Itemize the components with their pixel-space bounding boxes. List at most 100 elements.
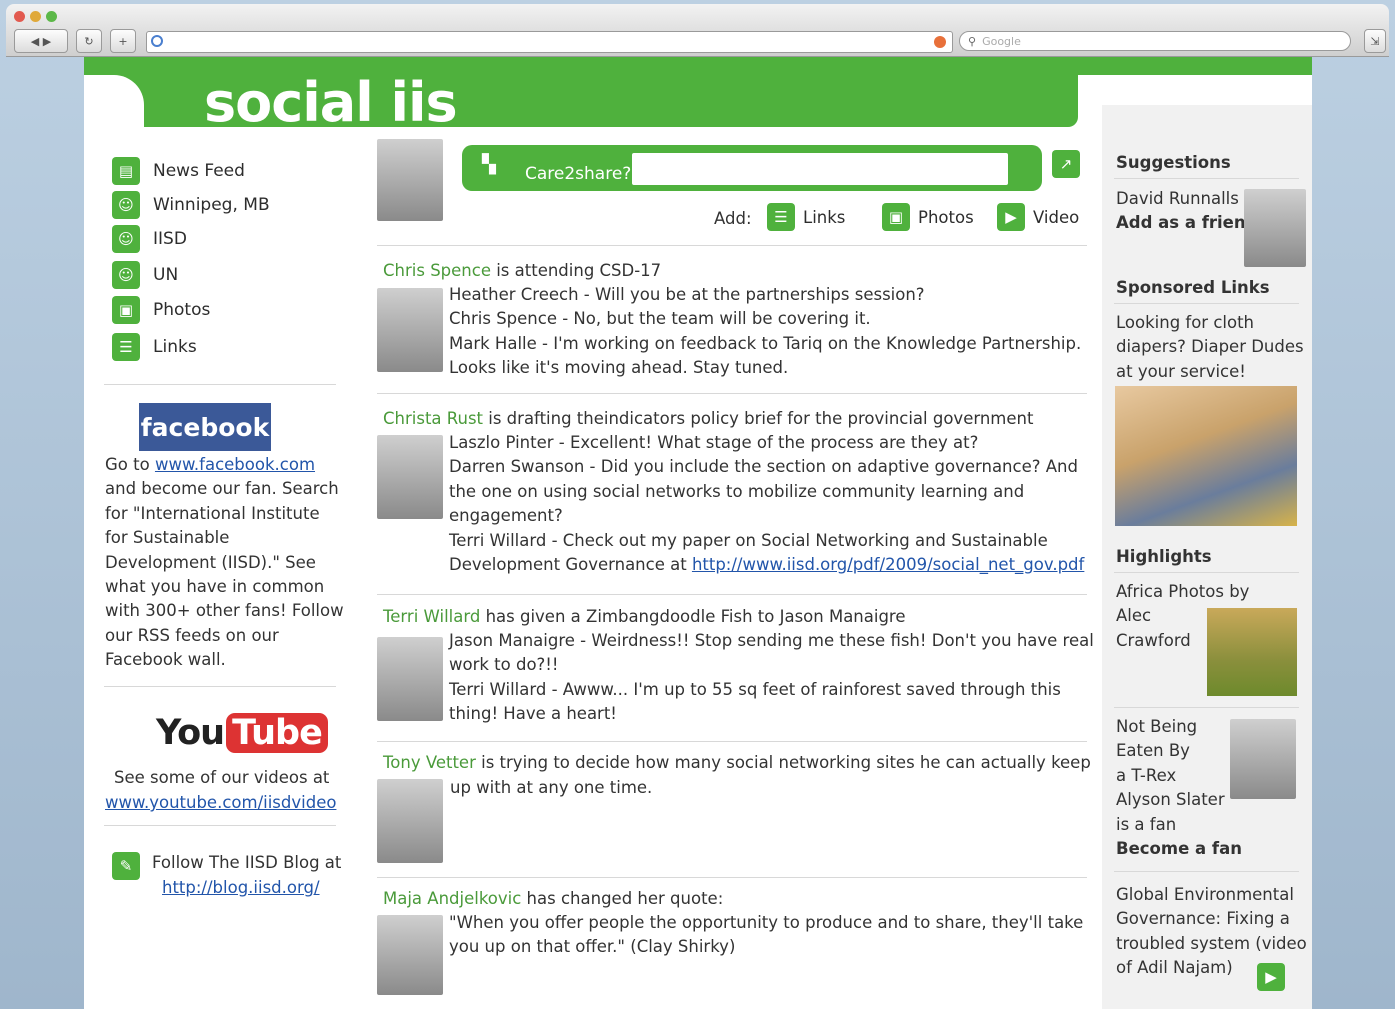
divider [104,384,336,385]
zoom-window-icon[interactable] [46,11,57,22]
site-logo[interactable]: social iis [204,71,458,134]
suggestion-avatar[interactable] [1244,189,1306,267]
fan-avatar[interactable] [1230,719,1296,799]
ad-text[interactable]: Looking for cloth diapers? Diaper Dudes … [1116,311,1304,384]
post-action: is trying to decide how many social netw… [475,753,1091,772]
comment-author[interactable]: Laszlo Pinter [449,433,554,452]
divider [1114,572,1299,573]
comment-continuation: Development Governance at http://www.iis… [449,553,1084,577]
add-links-button[interactable]: ☰ Links [767,203,845,231]
add-photos-button[interactable]: ▣ Photos [882,203,974,231]
highlight-image[interactable] [1207,608,1297,696]
post-action: has given a Zimbangdoodle Fish to Jason … [480,607,906,626]
share-input[interactable] [632,153,1008,185]
post-author[interactable]: Chris Spence [383,261,491,280]
share-prompt: Care2share? [525,164,632,184]
nav-winnipeg[interactable]: ☺ Winnipeg, MB [112,191,270,219]
become-fan-link[interactable]: Become a fan [1116,837,1242,861]
comment-author[interactable]: Terri Willard [449,531,546,550]
post-author[interactable]: Tony Vetter [383,753,476,772]
comment-author[interactable]: Jason Manaigre [449,631,575,650]
post-avatar[interactable] [377,288,443,372]
comment: Jason Manaigre - Weirdness!! Stop sendin… [449,631,1094,650]
comment: Mark Halle - I'm working on feedback to … [449,333,1082,353]
comment-list: Laszlo Pinter - Excellent! What stage of… [449,431,1084,577]
comment-author[interactable]: Heather Creech [449,285,579,304]
news-feed-icon: ▤ [112,157,140,185]
comment-author[interactable]: Terri Willard [449,680,546,699]
ad-line: Looking for cloth [1116,313,1255,332]
post-avatar[interactable] [377,435,443,519]
divider [104,825,336,826]
facebook-line: for Sustainable [105,528,230,548]
facebook-line: our RSS feeds on our [105,625,279,645]
user-avatar[interactable] [377,139,443,221]
address-bar[interactable] [146,31,953,53]
comment-continuation: engagement? [449,506,563,526]
reload-button[interactable]: ↻ [76,29,102,53]
feed-item: Maja Andjelkovic has changed her quote: [383,887,723,911]
nav-un[interactable]: ☺ UN [112,261,178,289]
comment-author[interactable]: Mark Halle [449,334,537,353]
globe-icon [151,35,163,47]
youtube-logo[interactable]: You Tube [156,713,328,753]
post-author[interactable]: Christa Rust [383,409,483,428]
feed-item: Christa Rust is drafting theindicators p… [383,407,1033,431]
facebook-line: what you have in common [105,577,325,597]
photo-icon: ▣ [882,203,910,231]
nav-links[interactable]: ☰ Links [112,333,197,361]
nav-news-feed[interactable]: ▤ News Feed [112,157,245,185]
divider [377,877,1087,878]
comment-list: Heather Creech - Will you be at the part… [449,283,1081,381]
suggestion-name[interactable]: David Runnalls [1116,187,1239,211]
quote-line: you up on that offer." (Clay Shirky) [449,937,736,957]
nav-label: Photos [153,300,211,320]
paper-link[interactable]: http://www.iisd.org/pdf/2009/social_net_… [692,555,1084,574]
post-author[interactable]: Terri Willard [383,607,480,626]
comment-author[interactable]: Darren Swanson [449,457,584,476]
blog-text: Follow The IISD Blog at [152,853,342,872]
blog-link[interactable]: http://blog.iisd.org/ [162,876,320,900]
nav-iisd[interactable]: ☺ IISD [112,225,187,253]
post-avatar[interactable] [377,915,443,995]
comment: Darren Swanson - Did you include the sec… [449,457,1078,477]
nav-photos[interactable]: ▣ Photos [112,296,210,324]
search-input[interactable]: ⚲ Google [959,31,1351,51]
facebook-logo[interactable]: facebook [139,403,271,451]
ad-line: diapers? Diaper Dudes [1116,337,1304,357]
minimize-window-icon[interactable] [30,11,41,22]
comment: Heather Creech - Will you be at the part… [449,285,925,304]
facebook-line: and become our fan. Search [105,479,339,499]
add-photos-label: Photos [918,207,974,227]
expand-icon[interactable]: ↗ [1052,150,1080,178]
bookmarks-button[interactable]: ⇲ [1364,29,1386,53]
youtube-link[interactable]: www.youtube.com/iisdvideo [105,791,336,815]
comment-text: Weirdness!! Stop sending me these fish! … [591,631,1094,650]
comment-continuation: Looks like it's moving ahead. Stay tuned… [449,358,789,378]
add-friend-link[interactable]: Add as a friend [1116,211,1257,235]
post-action: is attending CSD-17 [490,261,662,280]
quote: "When you offer people the opportunity t… [449,911,1083,960]
rss-icon[interactable] [934,36,946,48]
divider [1114,707,1299,708]
post-avatar[interactable] [377,779,443,863]
facebook-link[interactable]: www.facebook.com [155,455,315,474]
search-icon: ⚲ [968,34,977,48]
divider [1114,871,1299,872]
close-window-icon[interactable] [14,11,25,22]
add-video-button[interactable]: ▶ Video [997,203,1079,231]
post-avatar[interactable] [377,637,443,721]
ad-image[interactable] [1115,386,1297,526]
links-icon: ☰ [112,333,140,361]
comment-text: No, but the team will be covering it. [573,309,871,329]
post-author[interactable]: Maja Andjelkovic [383,889,521,908]
add-video-label: Video [1033,207,1080,227]
video-line: Governance: Fixing a [1116,909,1290,929]
comment-author[interactable]: Chris Spence [449,309,557,328]
back-forward-button[interactable]: ◀ ▶ [14,29,68,53]
divider [377,594,1087,595]
nav-label: IISD [153,229,187,249]
video-icon[interactable]: ▶ [1257,963,1285,991]
new-tab-button[interactable]: + [110,29,136,53]
blog-icon: ✎ [112,852,140,880]
